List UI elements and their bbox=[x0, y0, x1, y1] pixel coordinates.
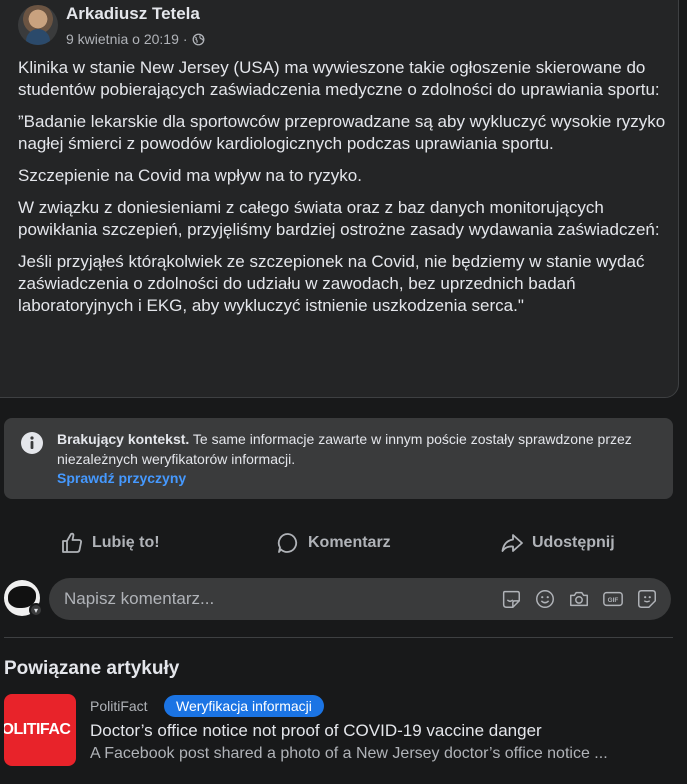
info-icon bbox=[21, 432, 43, 454]
post-paragraph: W związku z doniesieniami z całego świat… bbox=[18, 198, 660, 239]
article-snippet: A Facebook post shared a photo of a New … bbox=[90, 745, 608, 762]
like-button[interactable]: Lubię to! bbox=[60, 523, 160, 563]
emoji-icon[interactable] bbox=[533, 587, 557, 611]
article-source: PolitiFact bbox=[90, 698, 148, 714]
post-meta: 9 kwietnia o 20:19 · bbox=[66, 31, 205, 47]
post-card: Arkadiusz Tetela 9 kwietnia o 20:19 · Kl… bbox=[0, 0, 679, 398]
meta-separator: · bbox=[182, 31, 188, 47]
post-paragraph: Jeśli przyjąłeś którąkolwiek ze szczepio… bbox=[18, 252, 645, 315]
comment-label: Komentarz bbox=[308, 534, 391, 551]
globe-icon bbox=[192, 33, 204, 45]
share-label: Udostępnij bbox=[532, 534, 615, 551]
politifact-logo-text: OLITIFAC bbox=[4, 721, 71, 738]
related-article[interactable]: OLITIFAC PolitiFact Weryfikacja informac… bbox=[4, 694, 687, 766]
camera-icon[interactable] bbox=[567, 587, 591, 611]
share-button[interactable]: Udostępnij bbox=[500, 523, 615, 563]
article-thumbnail[interactable]: OLITIFAC bbox=[4, 694, 76, 766]
author-name[interactable]: Arkadiusz Tetela bbox=[66, 4, 200, 24]
post-paragraph: ”Badanie lekarskie dla sportowców przepr… bbox=[18, 112, 666, 153]
fact-check-badge: Weryfikacja informacji bbox=[164, 695, 324, 717]
author-avatar[interactable] bbox=[18, 5, 58, 45]
sticker-icon[interactable] bbox=[499, 587, 523, 611]
post-paragraph: Szczepienie na Covid ma wpływ na to ryzy… bbox=[18, 166, 362, 185]
related-articles-title: Powiązane artykuły bbox=[4, 658, 180, 679]
context-label: Brakujący kontekst. bbox=[57, 431, 190, 447]
context-text: Brakujący kontekst. Te same informacje z… bbox=[57, 429, 657, 469]
comment-icon bbox=[277, 533, 298, 553]
comment-button[interactable]: Komentarz bbox=[276, 523, 391, 563]
section-divider bbox=[4, 637, 673, 638]
gif-icon[interactable]: GIF bbox=[601, 587, 625, 611]
comment-placeholder: Napisz komentarz... bbox=[64, 589, 215, 608]
post-timestamp[interactable]: 9 kwietnia o 20:19 bbox=[66, 31, 179, 47]
post-paragraph: Klinika w stanie New Jersey (USA) ma wyw… bbox=[18, 58, 660, 99]
thumbs-up-icon bbox=[62, 532, 82, 553]
missing-context-box: Brakujący kontekst. Te same informacje z… bbox=[4, 418, 673, 499]
comment-composer: ▾ Napisz komentarz... GIF bbox=[0, 578, 687, 622]
see-why-link[interactable]: Sprawdź przyczyny bbox=[57, 470, 186, 486]
gif-icon-label: GIF bbox=[608, 597, 619, 604]
comment-input[interactable]: Napisz komentarz... GIF bbox=[49, 578, 671, 620]
post-actions: Lubię to! Komentarz Udostępnij bbox=[0, 523, 687, 563]
comment-tools: GIF bbox=[499, 587, 659, 611]
post-body: Klinika w stanie New Jersey (USA) ma wyw… bbox=[18, 57, 668, 327]
share-icon bbox=[501, 534, 523, 552]
like-label: Lubię to! bbox=[92, 534, 160, 551]
article-title[interactable]: Doctor’s office notice not proof of COVI… bbox=[90, 721, 542, 741]
chevron-down-icon[interactable]: ▾ bbox=[29, 603, 43, 617]
avatar-sticker-icon[interactable] bbox=[635, 587, 659, 611]
